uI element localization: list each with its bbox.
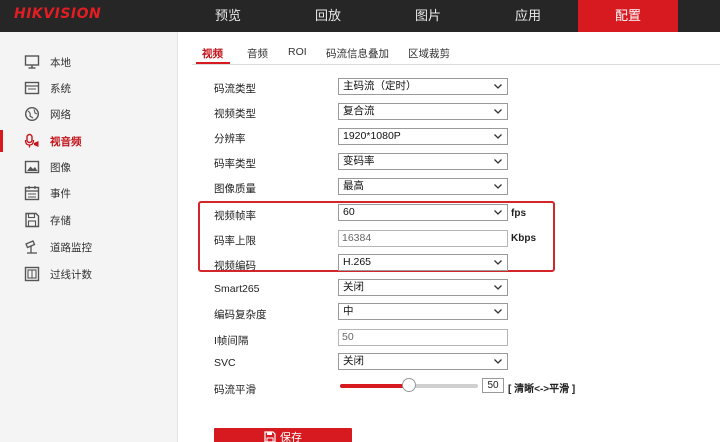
sidebar-item-system[interactable]: 系统 [0,75,178,101]
smart265-value: 关闭 [343,281,364,293]
sidebar-item-storage[interactable]: 存储 [0,207,178,233]
nav-picture[interactable]: 图片 [378,0,478,32]
brand-logo: HIKVISION [14,6,102,22]
stream-type-label: 码流类型 [214,83,256,95]
chevron-down-icon [494,309,502,314]
resolution-value: 1920*1080P [343,130,401,142]
chevron-down-icon [494,260,502,265]
resolution-label: 分辨率 [214,133,246,145]
sidebar-item-label: 过线计数 [50,269,92,281]
i-frame-interval-label: I帧间隔 [214,335,249,347]
chevron-down-icon [494,184,502,189]
sidebar-item-label: 事件 [50,188,71,200]
sidebar-item-label: 网络 [50,109,71,121]
svc-value: 关闭 [343,355,364,367]
save-button[interactable]: 保存 [214,428,352,442]
smart265-select[interactable]: 关闭 [338,279,508,296]
encoding-complexity-select[interactable]: 中 [338,303,508,320]
sidebar-item-image[interactable]: 图像 [0,154,178,180]
frame-rate-select[interactable]: 60 [338,204,508,221]
image-quality-select[interactable]: 最高 [338,178,508,195]
tab-video[interactable]: 视频 [202,46,223,61]
video-encoding-value: H.265 [343,256,372,268]
sidebar-item-audio-video[interactable]: 视音频 [0,128,178,154]
sidebar-item-label: 存储 [50,215,71,227]
stream-smoothing-label: 码流平滑 [214,384,256,396]
frame-rate-unit: fps [511,208,526,219]
road-monitor-icon [25,240,37,254]
sidebar-item-line-count[interactable]: 过线计数 [0,261,178,287]
image-quality-value: 最高 [343,180,364,192]
frame-rate-value: 60 [343,206,355,218]
stream-smoothing-hint: [ 清晰<->平滑 ] [508,384,576,395]
bitrate-type-value: 变码率 [343,155,375,167]
nav-preview[interactable]: 预览 [178,0,278,32]
save-label: 保存 [280,432,302,442]
chevron-down-icon [494,159,502,164]
stream-smoothing-value[interactable]: 50 [482,378,504,393]
stream-type-select[interactable]: 主码流（定时） [338,78,508,95]
bitrate-type-select[interactable]: 变码率 [338,153,508,170]
max-bitrate-label: 码率上限 [214,235,256,247]
sidebar-item-label: 图像 [50,162,71,174]
resolution-select[interactable]: 1920*1080P [338,128,508,145]
video-type-select[interactable]: 复合流 [338,103,508,120]
top-nav-bar: HIKVISION 预览 回放 图片 应用 配置 [0,0,720,32]
nav-configuration[interactable]: 配置 [578,0,678,32]
sidebar-item-label: 本地 [50,57,71,69]
chevron-down-icon [494,84,502,89]
image-quality-label: 图像质量 [214,183,256,195]
video-type-value: 复合流 [343,105,375,117]
audio-video-icon [24,133,39,148]
encoding-complexity-label: 编码复杂度 [214,309,267,321]
sidebar-item-road-monitor[interactable]: 道路监控 [0,234,178,260]
chevron-down-icon [494,109,502,114]
tab-roi[interactable]: ROI [288,46,307,58]
active-tab-indicator [196,62,230,64]
max-bitrate-unit: Kbps [511,233,536,244]
sidebar-item-network[interactable]: 网络 [0,101,178,127]
video-encoding-label: 视频编码 [214,260,256,272]
system-icon [24,81,40,95]
storage-icon [25,212,40,228]
smart265-label: Smart265 [214,283,260,295]
slider-fill [340,384,409,388]
tab-divider [192,64,720,65]
chevron-down-icon [494,285,502,290]
tab-region-crop[interactable]: 区域裁剪 [408,46,450,61]
calendar-icon [24,186,40,201]
globe-icon [24,106,40,122]
bitrate-type-label: 码率类型 [214,158,256,170]
tab-audio[interactable]: 音频 [247,46,268,61]
sidebar-item-label: 视音频 [50,136,82,148]
svc-label: SVC [214,357,236,369]
line-count-icon [24,266,40,282]
sidebar: 本地 系统 网络 视音频 图像 事件 存储 道路监控 过线计数 [0,32,178,442]
save-icon [264,431,276,442]
nav-playback[interactable]: 回放 [278,0,378,32]
chevron-down-icon [494,134,502,139]
sidebar-item-event[interactable]: 事件 [0,180,178,206]
frame-rate-label: 视频帧率 [214,210,256,222]
sidebar-item-local[interactable]: 本地 [0,49,178,75]
svc-select[interactable]: 关闭 [338,353,508,370]
video-type-label: 视频类型 [214,108,256,120]
sidebar-item-label: 系统 [50,83,71,95]
nav-application[interactable]: 应用 [478,0,578,32]
image-icon [24,160,40,174]
encoding-complexity-value: 中 [343,305,354,317]
max-bitrate-input[interactable]: 16384 [338,230,508,247]
stream-type-value: 主码流（定时） [343,80,417,92]
chevron-down-icon [494,210,502,215]
tab-stream-info-overlay[interactable]: 码流信息叠加 [326,46,389,61]
slider-thumb[interactable] [402,378,416,392]
chevron-down-icon [494,359,502,364]
sidebar-item-label: 道路监控 [50,242,92,254]
monitor-icon [24,55,40,69]
i-frame-interval-input[interactable]: 50 [338,329,508,346]
video-encoding-select[interactable]: H.265 [338,254,508,271]
